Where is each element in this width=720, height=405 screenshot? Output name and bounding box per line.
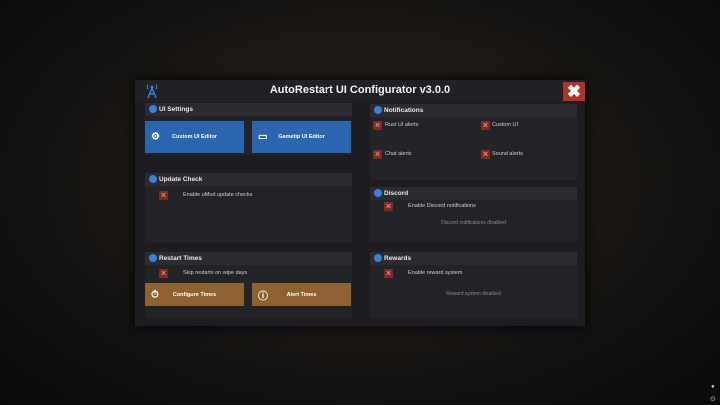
close-x-icon: ✖	[566, 81, 582, 101]
panel-header: Update Check	[145, 173, 352, 186]
custom-ui-editor-button[interactable]: ⚙ Custom UI Editor	[145, 121, 244, 153]
toggle-discord[interactable]: ×	[384, 202, 393, 211]
header-label: Discord	[384, 190, 409, 197]
option-label: Chat alerts	[385, 151, 412, 157]
panel-header: Discord	[370, 187, 577, 200]
restart-times-panel: Restart Times × Skip restarts on wipe da…	[145, 252, 352, 318]
header-label: Rewards	[384, 255, 412, 262]
panel-header: Rewards	[370, 252, 577, 265]
header-label: Update Check	[159, 176, 203, 183]
panel-header: Notifications	[370, 104, 577, 117]
gametip-ui-editor-button[interactable]: ▭ Gametip UI Editor	[252, 121, 351, 153]
gift-icon	[374, 254, 382, 262]
option-label: Enable uMod update checks	[183, 192, 253, 198]
radio-tower-icon	[374, 106, 382, 114]
close-button[interactable]: ✖	[563, 82, 585, 101]
panel-header: Restart Times	[145, 252, 352, 265]
button-label: Custom UI Editor	[172, 134, 217, 140]
toggle-custom-ui[interactable]: ×	[481, 121, 490, 130]
alert-times-button[interactable]: ⓘ Alert Times	[252, 283, 351, 306]
settings-icon: ⊙	[710, 396, 716, 403]
header-label: Restart Times	[159, 255, 202, 262]
title-bar: AutoRestart UI Configurator v3.0.0 ✖	[135, 80, 585, 102]
discord-icon	[374, 189, 382, 197]
toggle-rust-ui-alerts[interactable]: ×	[373, 121, 382, 130]
toggle-rewards[interactable]: ×	[384, 269, 393, 278]
option-label: Skip restarts on wipe days	[183, 270, 248, 276]
toggle-update-checks[interactable]: ×	[159, 191, 168, 200]
palette-icon	[149, 105, 157, 113]
stopwatch-icon	[149, 254, 157, 262]
rewards-panel: Rewards × Enable reward system Reward sy…	[370, 252, 577, 318]
header-label: UI Settings	[159, 106, 193, 113]
message-icon: ▭	[258, 131, 268, 143]
option-label: Enable Discord notifications	[408, 203, 476, 209]
gear-icon: ⚙	[151, 131, 160, 143]
option-label: Custom UI	[492, 122, 518, 128]
rewards-status: Reward system disabled	[446, 291, 501, 297]
toggle-sound-alerts[interactable]: ×	[481, 150, 490, 159]
button-label: Configure Times	[172, 291, 217, 298]
notifications-panel: Notifications × Rust UI alerts × Custom …	[370, 104, 577, 180]
button-label: Gametip UI Editor	[278, 134, 325, 140]
microphone-icon: ●	[711, 384, 715, 390]
button-label: Alert Times	[286, 291, 317, 298]
option-label: Sound alerts	[492, 151, 523, 157]
discord-panel: Discord × Enable Discord notifications D…	[370, 187, 577, 242]
refresh-icon	[149, 175, 157, 183]
ui-settings-panel: UI Settings ⚙ Custom UI Editor ▭ Gametip U…	[145, 103, 352, 155]
header-label: Notifications	[384, 107, 424, 114]
discord-status: Discord notifications disabled	[441, 220, 506, 226]
option-label: Rust UI alerts	[385, 122, 419, 128]
toggle-skip-wipe-days[interactable]: ×	[159, 269, 168, 278]
update-check-panel: Update Check × Enable uMod update checks	[145, 173, 352, 243]
panel-header: UI Settings	[145, 103, 352, 116]
stopwatch-icon: ⏱	[151, 289, 159, 300]
window-title: AutoRestart UI Configurator v3.0.0	[269, 84, 451, 96]
configurator-modal: AutoRestart UI Configurator v3.0.0 ✖ UI …	[135, 80, 585, 326]
option-label: Enable reward system	[408, 270, 463, 276]
alert-circle-icon: ⓘ	[258, 291, 268, 302]
configure-times-button[interactable]: ⏱ Configure Times	[145, 283, 244, 306]
toggle-chat-alerts[interactable]: ×	[373, 150, 382, 159]
